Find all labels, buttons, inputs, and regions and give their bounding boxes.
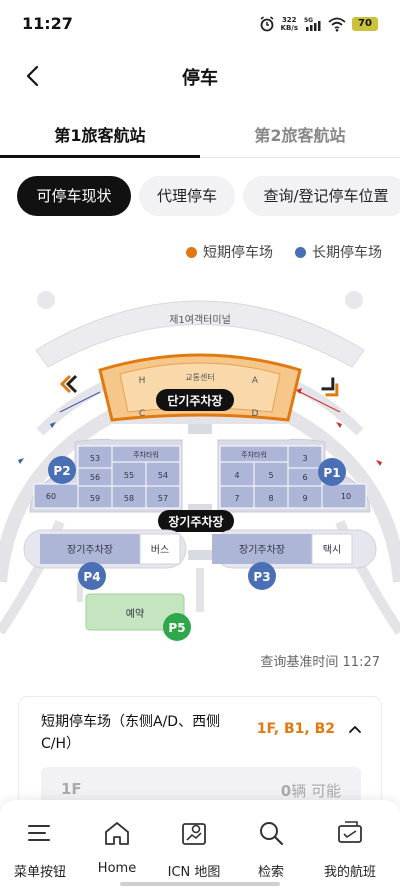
bus-label: 버스	[151, 544, 169, 556]
battery-indicator: 70	[352, 17, 378, 31]
block-10: 10	[341, 492, 351, 501]
top-bar: 停车	[0, 48, 400, 104]
parking-map[interactable]: 제1여객터미널 교통센터 H A C D 단기주차장 53 주차타워 54 55…	[0, 272, 400, 652]
nav-search[interactable]: 检索	[231, 818, 311, 880]
svg-text:P4: P4	[83, 570, 100, 584]
entrance-west-icon	[59, 374, 78, 394]
zone-h-label: H	[139, 376, 146, 386]
terminal-tabs: 第1旅客航站 第2旅客航站	[0, 108, 400, 158]
reservation-label: 예약	[126, 608, 144, 620]
terminal-label: 제1여객터미널	[169, 314, 231, 326]
p2-marker[interactable]: P2	[48, 456, 76, 484]
east-parking-tower-label: 주차타워	[241, 450, 267, 459]
short-term-dot	[186, 246, 197, 258]
p3-marker[interactable]: P3	[248, 562, 276, 590]
block-54: 54	[158, 471, 168, 480]
query-base-time: 查询基准时间 11:27	[260, 655, 380, 670]
block-53: 53	[90, 454, 100, 463]
map-legend: 短期停车场 长期停车场	[186, 242, 382, 262]
status-icons: 322 KB/s 5G 70	[259, 14, 378, 34]
long-term-lot-east-label: 장기주차장	[239, 544, 285, 556]
block-7: 7	[234, 494, 239, 503]
svg-text:P3: P3	[253, 570, 270, 584]
svg-text:P5: P5	[168, 621, 185, 635]
card-title: 短期停车场（东侧A/D、西侧C/H）	[41, 714, 221, 752]
svg-text:5G: 5G	[304, 17, 313, 24]
status-time: 11:27	[22, 14, 73, 33]
block-3: 3	[302, 454, 307, 463]
taxi-label: 택시	[323, 544, 341, 556]
network-speed: 322 KB/s	[280, 16, 298, 32]
west-parking-tower-label: 주차타워	[133, 450, 159, 459]
collapse-toggle[interactable]	[347, 721, 363, 737]
nav-menu[interactable]: 菜单按钮	[0, 818, 80, 880]
menu-icon	[28, 825, 50, 841]
alarm-icon	[260, 16, 274, 32]
block-6: 6	[302, 473, 307, 482]
page-title: 停车	[182, 68, 218, 89]
tab-valet-parking[interactable]: 代理停车	[139, 176, 235, 216]
block-56: 56	[90, 473, 100, 482]
ticket-icon	[338, 821, 362, 843]
p1-marker[interactable]: P1	[318, 458, 346, 486]
search-icon	[260, 822, 284, 846]
floor-availability: 0辆 可能	[280, 782, 341, 800]
chevron-up-icon	[349, 725, 361, 733]
traffic-center-label: 교통센터	[185, 372, 214, 382]
zone-c-label: C	[139, 409, 145, 419]
block-8: 8	[268, 494, 273, 503]
long-term-parking-east[interactable]: 주차타워 4 5 6 3 7 8 9 10	[217, 438, 371, 513]
legend-long-term: 长期停车场	[312, 245, 382, 261]
long-term-dot	[295, 246, 306, 258]
long-term-badge-label: 장기주차장	[168, 514, 223, 529]
legend-short-term: 短期停车场	[203, 245, 273, 261]
bottom-nav: 菜单按钮 Home ICN 地图 检索 我的航班	[0, 800, 400, 889]
tab-terminal-1[interactable]: 第1旅客航站	[0, 108, 200, 158]
card-floors: 1F, B1, B2	[256, 721, 335, 737]
block-60: 60	[46, 492, 56, 501]
block-57: 57	[158, 494, 168, 503]
sub-tabs: 可停车现状 代理停车 查询/登记停车位置	[0, 176, 400, 216]
home-indicator[interactable]	[120, 882, 280, 886]
nav-home[interactable]: Home	[77, 818, 157, 876]
status-bar: 11:27 322 KB/s 5G 70	[0, 0, 400, 48]
nav-icn-map[interactable]: ICN 地图	[154, 818, 234, 880]
tab-terminal-2[interactable]: 第2旅客航站	[200, 108, 400, 157]
tab-find-parking-location[interactable]: 查询/登记停车位置	[243, 176, 400, 216]
block-59: 59	[90, 494, 100, 503]
p5-marker[interactable]: P5	[163, 613, 191, 641]
zone-d-label: D	[252, 409, 259, 419]
nav-my-flights[interactable]: 我的航班	[310, 818, 390, 880]
wifi-icon	[328, 17, 346, 32]
floor-name: 1F	[61, 780, 82, 798]
zone-a-label: A	[252, 376, 259, 386]
block-9: 9	[302, 494, 307, 503]
block-5: 5	[268, 471, 273, 480]
block-4: 4	[234, 471, 239, 480]
p4-marker[interactable]: P4	[78, 562, 106, 590]
block-58: 58	[124, 494, 134, 503]
long-term-lot-west-label: 장기주차장	[67, 544, 113, 556]
block-55: 55	[124, 471, 134, 480]
map-icon	[182, 823, 206, 845]
cellular-signal-icon: 5G	[304, 17, 321, 31]
svg-text:P2: P2	[53, 464, 70, 478]
svg-text:P1: P1	[323, 466, 340, 480]
tab-parking-availability[interactable]: 可停车现状	[17, 176, 131, 216]
short-term-badge-label: 단기주차장	[167, 393, 222, 408]
home-icon	[105, 822, 129, 845]
